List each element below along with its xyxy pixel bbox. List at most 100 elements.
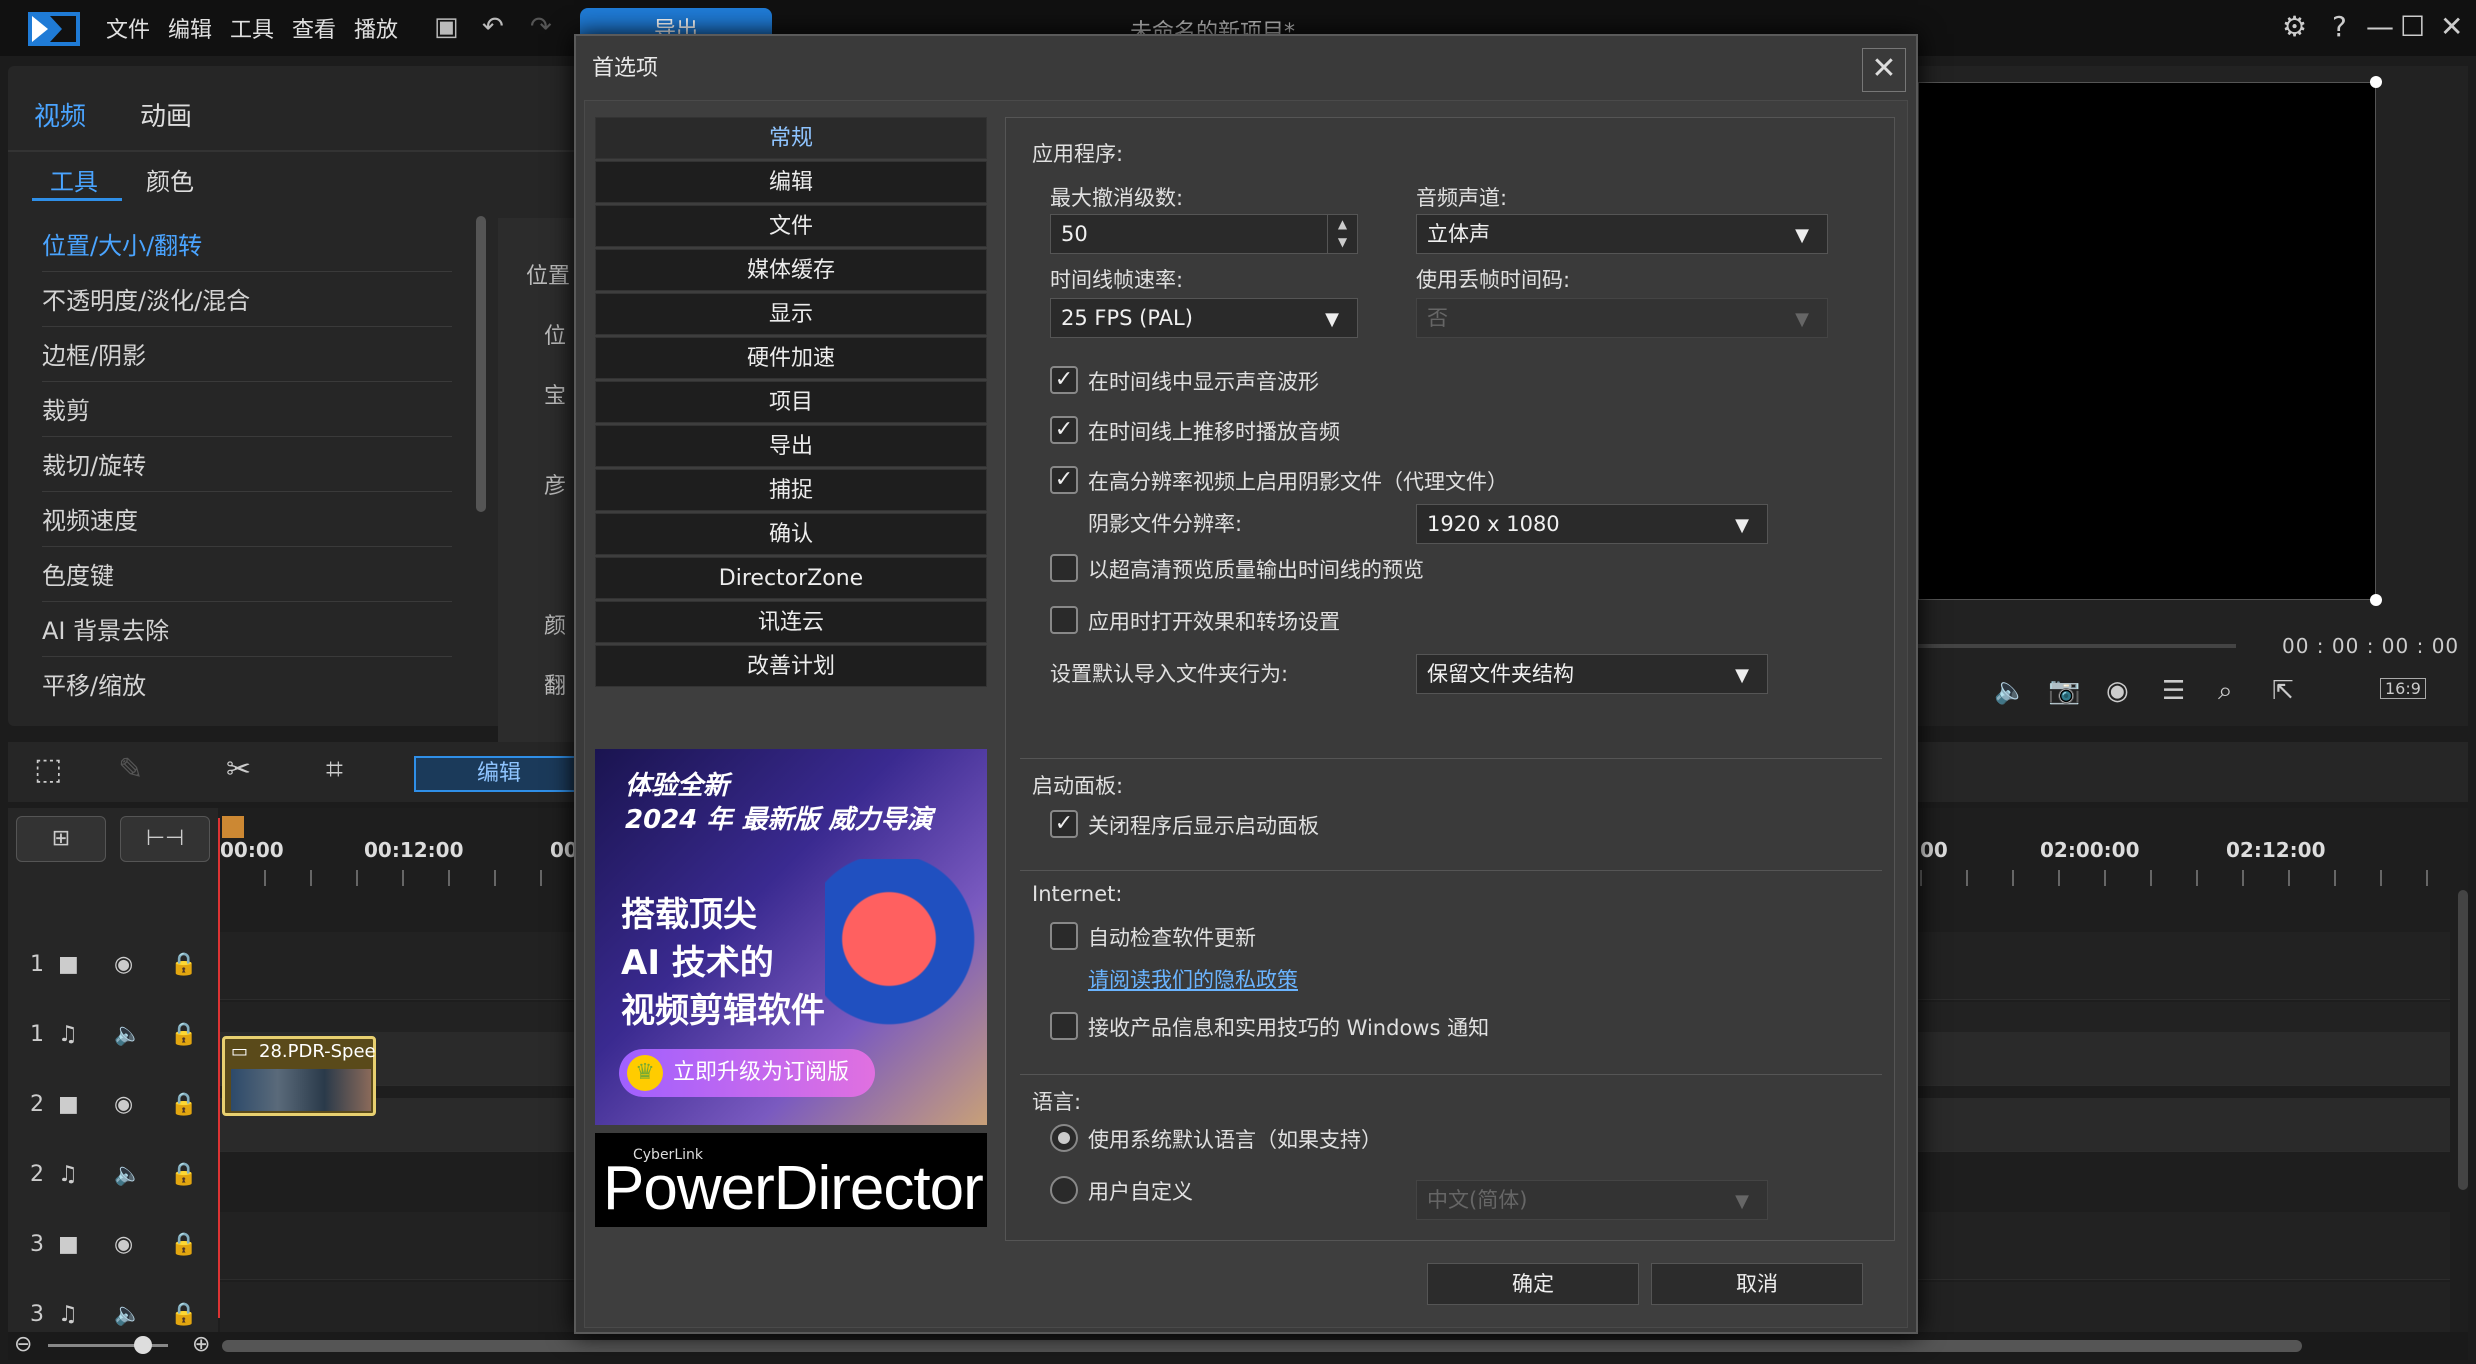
close-window-icon[interactable]: ✕ (2440, 10, 2463, 43)
help-icon[interactable]: ? (2332, 10, 2347, 43)
preview-scrubber[interactable] (1918, 644, 2236, 648)
playhead-handle[interactable] (222, 816, 244, 838)
preview-quality-icon[interactable]: ◉ (2106, 676, 2129, 706)
tool-chroma-key[interactable]: 色度键 (42, 556, 452, 602)
nav-media-cache[interactable]: 媒体缓存 (595, 249, 987, 291)
menu-edit[interactable]: 编辑 (168, 12, 212, 44)
upgrade-button[interactable]: ♛ 立即升级为订阅版 (619, 1049, 875, 1097)
lock-icon[interactable]: 🔒 (170, 1232, 197, 1257)
tool-cut-rotate[interactable]: 裁切/旋转 (42, 446, 452, 492)
maximize-icon[interactable]: ☐ (2400, 10, 2425, 43)
timeline-vertical-scrollbar[interactable] (2458, 890, 2468, 1190)
undo-icon[interactable]: ↶ (482, 12, 504, 42)
lang-system-radio[interactable] (1050, 1124, 1078, 1152)
save-icon[interactable]: ▣ (434, 12, 459, 42)
tool-pan-zoom[interactable]: 平移/缩放 (42, 666, 452, 711)
pen-icon[interactable]: ✎ (118, 752, 143, 787)
lock-icon[interactable]: 🔒 (170, 1162, 197, 1187)
nav-editing[interactable]: 编辑 (595, 161, 987, 203)
nav-confirm[interactable]: 确认 (595, 513, 987, 555)
crop-tool-icon[interactable]: ⌗ (326, 752, 343, 787)
lock-icon[interactable]: 🔒 (170, 1022, 197, 1047)
tab-animation[interactable]: 动画 (140, 96, 192, 133)
zoom-in-icon[interactable]: ⊕ (192, 1332, 210, 1357)
nav-project[interactable]: 项目 (595, 381, 987, 423)
subtitle-icon[interactable]: ☰ (2162, 676, 2185, 706)
nav-export[interactable]: 导出 (595, 425, 987, 467)
launcher-checkbox[interactable]: ✓ (1050, 810, 1078, 838)
nav-directorzone[interactable]: DirectorZone (595, 557, 987, 599)
language-select[interactable]: 中文(简体) ▼ (1416, 1180, 1768, 1220)
shadow-file-checkbox[interactable]: ✓ (1050, 466, 1078, 494)
tool-ai-background[interactable]: AI 背景去除 (42, 611, 452, 657)
preview-screen[interactable] (1918, 82, 2376, 600)
import-folder-select[interactable]: 保留文件夹结构 ▼ (1416, 654, 1768, 694)
menu-file[interactable]: 文件 (106, 12, 150, 44)
nav-capture[interactable]: 捕捉 (595, 469, 987, 511)
video-clip[interactable]: ▭ 28.PDR-Speed (222, 1036, 376, 1116)
privacy-policy-link[interactable]: 请阅读我们的隐私政策 (1088, 964, 1298, 994)
add-track-button[interactable]: ⊞ (16, 816, 106, 862)
fit-timeline-button[interactable]: ⊢⊣ (120, 816, 210, 862)
speaker-icon[interactable]: 🔈 (114, 1022, 141, 1047)
timeline-edit-button[interactable]: 编辑 (414, 756, 584, 792)
tool-opacity[interactable]: 不透明度/淡化/混合 (42, 281, 452, 327)
eye-icon[interactable]: ◉ (114, 1232, 133, 1257)
ok-button[interactable]: 确定 (1427, 1263, 1639, 1305)
nav-display[interactable]: 显示 (595, 293, 987, 335)
auto-update-checkbox[interactable] (1050, 922, 1078, 950)
shadow-res-select[interactable]: 1920 x 1080 ▼ (1416, 504, 1768, 544)
zoom-preview-icon[interactable]: ⌕ (2218, 676, 2233, 707)
close-icon[interactable]: ✕ (1862, 48, 1906, 92)
zoom-slider-knob[interactable] (134, 1336, 152, 1354)
subtab-tools[interactable]: 工具 (50, 162, 98, 197)
lang-custom-radio[interactable] (1050, 1176, 1078, 1204)
audio-channel-select[interactable]: 立体声 ▼ (1416, 214, 1828, 254)
fps-select[interactable]: 25 FPS (PAL) ▼ (1050, 298, 1358, 338)
menu-tools[interactable]: 工具 (230, 12, 274, 44)
scissors-icon[interactable]: ✂ (226, 752, 251, 787)
resize-handle[interactable] (2370, 594, 2382, 606)
lock-icon[interactable]: 🔒 (170, 1302, 197, 1327)
snapshot-icon[interactable]: 📷 (2048, 676, 2080, 706)
undock-icon[interactable]: ⇱ (2272, 676, 2294, 706)
scrub-audio-checkbox[interactable]: ✓ (1050, 416, 1078, 444)
cancel-button[interactable]: 取消 (1651, 1263, 1863, 1305)
timeline-horizontal-scrollbar[interactable] (222, 1340, 2302, 1352)
tools-scrollbar[interactable] (476, 216, 486, 512)
minimize-icon[interactable]: — (2366, 10, 2394, 43)
tab-video[interactable]: 视频 (34, 96, 86, 133)
nav-general[interactable]: 常规 (595, 117, 987, 159)
lock-icon[interactable]: 🔒 (170, 952, 197, 977)
select-icon[interactable]: ⬚ (34, 752, 62, 787)
spinner-arrows-icon[interactable]: ▲ ▼ (1327, 215, 1357, 253)
nav-file[interactable]: 文件 (595, 205, 987, 247)
settings-gear-icon[interactable]: ⚙ (2282, 10, 2307, 43)
resize-handle[interactable] (2370, 76, 2382, 88)
speaker-icon[interactable]: 🔈 (114, 1302, 141, 1327)
notifications-checkbox[interactable] (1050, 1012, 1078, 1040)
tool-video-speed[interactable]: 视频速度 (42, 501, 452, 547)
subtab-color[interactable]: 颜色 (146, 162, 194, 197)
promo-banner[interactable]: 体验全新 2024 年 最新版 威力导演 搭载顶尖 AI 技术的 视频剪辑软件 … (595, 749, 987, 1125)
tool-crop[interactable]: 裁剪 (42, 391, 452, 437)
menu-view[interactable]: 查看 (292, 12, 336, 44)
dropframe-select[interactable]: 否 ▼ (1416, 298, 1828, 338)
nav-improvement-program[interactable]: 改善计划 (595, 645, 987, 687)
nav-hardware-accel[interactable]: 硬件加速 (595, 337, 987, 379)
redo-icon[interactable]: ↷ (530, 12, 552, 42)
uhd-preview-checkbox[interactable] (1050, 554, 1078, 582)
volume-icon[interactable]: 🔈 (1994, 676, 2026, 706)
tool-border-shadow[interactable]: 边框/阴影 (42, 336, 452, 382)
waveform-checkbox[interactable]: ✓ (1050, 366, 1078, 394)
speaker-icon[interactable]: 🔈 (114, 1162, 141, 1187)
eye-icon[interactable]: ◉ (114, 1092, 133, 1117)
max-undo-input[interactable]: 50 ▲ ▼ (1050, 214, 1358, 254)
aspect-ratio-badge[interactable]: 16:9 (2380, 678, 2426, 699)
playhead[interactable] (218, 818, 220, 1318)
open-effects-checkbox[interactable] (1050, 606, 1078, 634)
tool-position-size-flip[interactable]: 位置/大小/翻转 (42, 226, 452, 272)
nav-cyberlink-cloud[interactable]: 讯连云 (595, 601, 987, 643)
lock-icon[interactable]: 🔒 (170, 1092, 197, 1117)
eye-icon[interactable]: ◉ (114, 952, 133, 977)
